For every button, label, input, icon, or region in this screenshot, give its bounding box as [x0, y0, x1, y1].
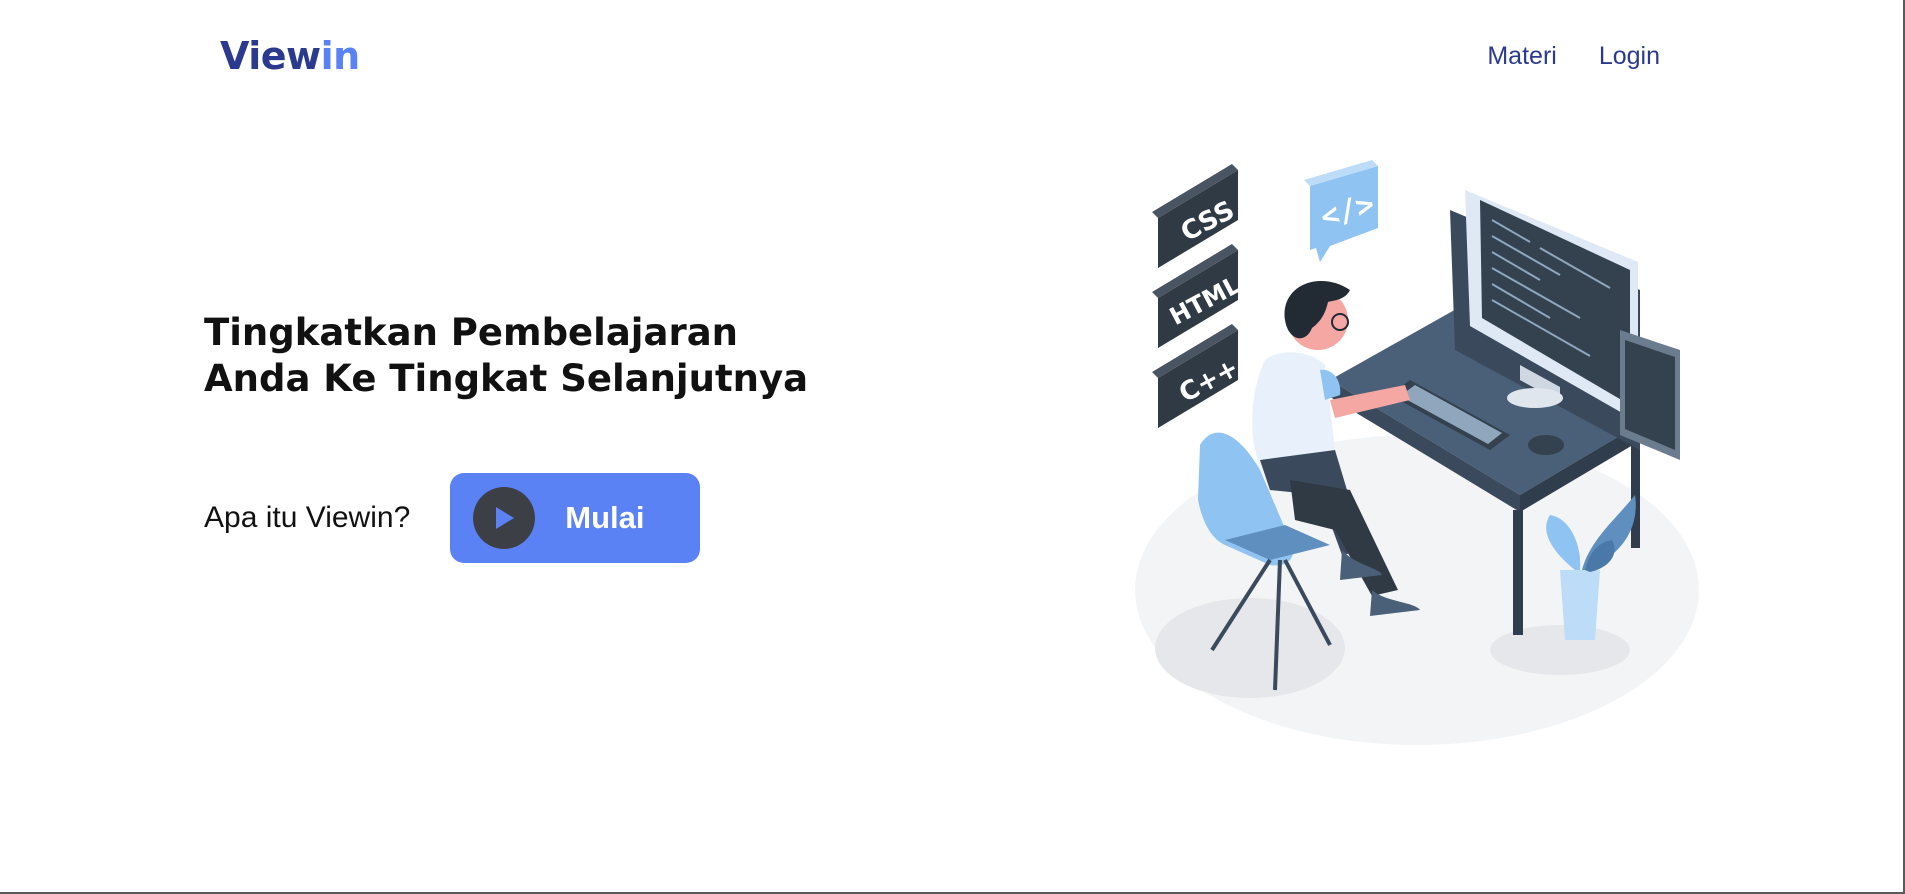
- cta-question: Apa itu Viewin?: [204, 501, 411, 534]
- start-button-label: Mulai: [565, 500, 645, 535]
- headline-line-2: Anda Ke Tingkat Selanjutnya: [204, 357, 809, 400]
- nav-link-login[interactable]: Login: [1599, 42, 1660, 71]
- hero-headline: Tingkatkan Pembelajaran Anda Ke Tingkat …: [204, 310, 844, 402]
- code-bubble-icon: </>: [1304, 160, 1378, 262]
- logo[interactable]: Viewin: [220, 34, 360, 78]
- logo-accent: in: [320, 34, 361, 78]
- logo-primary: View: [220, 34, 321, 78]
- play-icon: [473, 487, 536, 549]
- nav-link-materi[interactable]: Materi: [1487, 42, 1556, 71]
- nav-links: Materi Login: [1487, 42, 1660, 71]
- cta-row: Apa itu Viewin? Mulai: [204, 473, 701, 563]
- start-button[interactable]: Mulai: [450, 473, 701, 563]
- hero-illustration: CSS HTML C++ </>: [1120, 150, 1720, 750]
- headline-line-1: Tingkatkan Pembelajaran: [204, 311, 739, 354]
